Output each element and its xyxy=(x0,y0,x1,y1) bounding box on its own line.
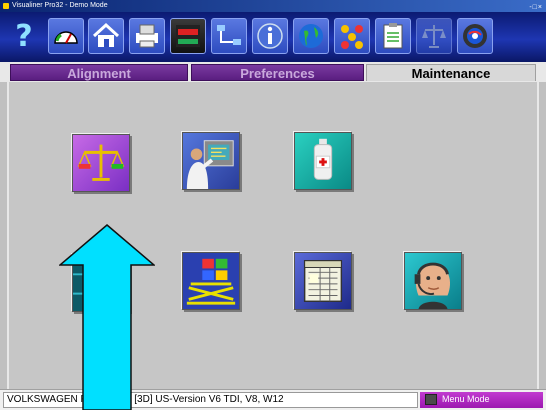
gauge-button[interactable] xyxy=(48,18,84,54)
technician-button[interactable] xyxy=(182,132,240,190)
headset-support-icon xyxy=(414,262,451,309)
printer-icon xyxy=(136,24,158,48)
mode-label: Menu Mode xyxy=(442,394,490,404)
app-icon xyxy=(3,3,9,9)
tab-preferences[interactable]: Preferences xyxy=(191,64,364,81)
tab-bar: Alignment Preferences Maintenance xyxy=(0,62,546,82)
pointer-arrow-icon xyxy=(59,224,155,410)
globe-button[interactable] xyxy=(293,18,329,54)
gauge-icon xyxy=(54,31,78,44)
home-icon xyxy=(92,22,120,47)
scale-icon xyxy=(422,25,446,48)
main-toolbar: ? xyxy=(0,12,546,62)
scale-button[interactable] xyxy=(416,18,452,54)
globe-icon xyxy=(299,24,323,48)
spreadsheet-icon xyxy=(303,260,343,302)
windows-lift-button[interactable] xyxy=(182,252,240,310)
info-button[interactable] xyxy=(252,18,288,54)
window-titlebar: Visualiner Pro32 - Demo Mode -□× xyxy=(0,0,546,12)
support-button[interactable] xyxy=(404,252,462,310)
target-button[interactable] xyxy=(457,18,493,54)
technician-panel-icon xyxy=(186,140,234,189)
options-button[interactable] xyxy=(334,18,370,54)
network-button[interactable] xyxy=(211,18,247,54)
first-aid-button[interactable] xyxy=(294,132,352,190)
help-button[interactable]: ? xyxy=(6,18,42,54)
mode-icon xyxy=(425,394,437,405)
mode-status: Menu Mode xyxy=(420,392,543,408)
windows-lift-icon xyxy=(183,253,239,309)
calibration-scale-icon xyxy=(77,144,125,181)
clipboard-button[interactable] xyxy=(375,18,411,54)
network-icon xyxy=(217,25,241,45)
tab-alignment[interactable]: Alignment xyxy=(10,64,188,81)
molecule-icon xyxy=(341,25,363,49)
clipboard-icon xyxy=(383,23,403,49)
print-button[interactable] xyxy=(129,18,165,54)
window-title: Visualiner Pro32 - Demo Mode xyxy=(12,2,108,9)
tab-maintenance[interactable]: Maintenance xyxy=(366,64,536,81)
help-icon: ? xyxy=(15,18,33,54)
home-button[interactable] xyxy=(88,18,124,54)
calibration-button[interactable] xyxy=(72,134,130,192)
first-aid-bottle-icon xyxy=(313,138,333,180)
info-icon xyxy=(257,23,283,49)
spreadsheet-button[interactable] xyxy=(294,252,352,310)
book-icon xyxy=(176,25,200,47)
manual-button[interactable] xyxy=(170,18,206,54)
target-icon xyxy=(463,24,487,48)
